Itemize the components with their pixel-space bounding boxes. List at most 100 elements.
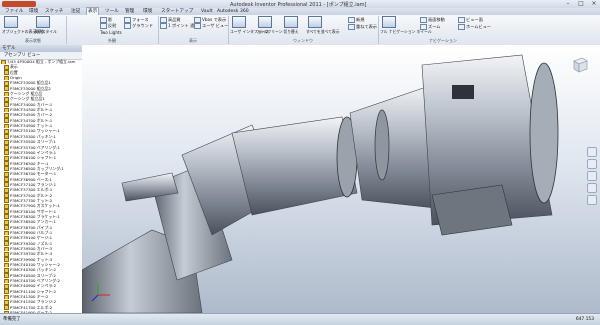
ribbon-panel-window: ユーザ インタフェース フルスクリーン 切り替え すべてを並べて表示 新規 重ね…: [228, 16, 379, 44]
tree-item-label: P3MCF36100 シャフト:1: [10, 155, 57, 161]
reflection-button[interactable]: 反射: [100, 23, 116, 29]
tree-item-label: P3MCF37900 ガスケット:1: [10, 203, 60, 209]
tree-item-label: P3MCF35700 ベアリング:1: [10, 144, 60, 150]
fullscreen-button[interactable]: フルスクリーン: [256, 16, 282, 35]
close-button[interactable]: ×: [588, 0, 600, 8]
tile-icon: [308, 16, 322, 28]
tree-item-label: P3MCF35300 パッキン:1: [10, 133, 56, 139]
tree-item-label: P3MCF35100 ワッシャー:1: [10, 128, 60, 134]
tab-autodesk360[interactable]: Autodesk 360: [216, 8, 250, 15]
minimize-button[interactable]: –: [562, 0, 574, 8]
status-counts: 647 153: [575, 317, 594, 322]
tree-item-label: P3MCF41500 フランジ:2: [10, 299, 57, 305]
tree-item-label: P3MCF37300 エルボ:1: [10, 187, 53, 193]
view-face-button[interactable]: ビュー面: [458, 17, 483, 23]
tree-item-label: ケーシング 組立品1: [10, 96, 45, 102]
tree-item-label: P3MCF33000 組立品1: [10, 80, 51, 86]
steering-wheel-icon[interactable]: [587, 147, 597, 157]
viewcube[interactable]: [570, 55, 590, 75]
zoom-icon: [420, 24, 427, 30]
browser-tree: 7/43 4P300D4 組立 - ポンプ組立.iam 表示 位置 Origin P3…: [0, 59, 82, 321]
zoom-icon[interactable]: [587, 171, 597, 181]
look-at-icon[interactable]: [587, 195, 597, 205]
tree-item-label: P3MCF37100 フランジ:1: [10, 181, 57, 187]
tab-file[interactable]: ファイル: [4, 8, 24, 15]
tree-item-label: P3MCF36900 ベース:1: [10, 176, 53, 182]
window-title: Autodesk Inventor Professional 2011 - [ポ…: [230, 2, 367, 8]
tree-item-label: P3MCF33000 組立品2: [10, 85, 51, 91]
tree-item-label: P3MCF38500 アンカー:1: [10, 219, 56, 225]
display-style-button[interactable]: 表示スタイル: [34, 16, 57, 35]
perspective-button[interactable]: 1 ポイント 遠近: [160, 23, 198, 29]
tree-item-label: P3MCF34000 カバー:1: [10, 101, 53, 107]
tab-annotate[interactable]: 注記: [70, 8, 81, 15]
tree-item-label: P3MCF35900 インペラ:1: [10, 149, 57, 155]
tree-item-label: P3MCF38300 ブラケット:1: [10, 213, 60, 219]
view-face-icon: [458, 17, 465, 23]
perspective-icon: [160, 23, 167, 29]
ribbon-panel-visibility: オブジェクトの表示状態 表示スタイル 表示状態: [0, 16, 67, 44]
ribbon: オブジェクトの表示状態 表示スタイル 表示状態 影 反射 フォース グラウンド …: [0, 15, 600, 46]
status-text: 準備完了: [3, 317, 21, 322]
tree-item-label: P3MCF36300 キー:1: [10, 160, 49, 166]
tree-item-label: Origin: [10, 75, 22, 81]
panel-label: ウィンドウ: [293, 38, 313, 43]
tree-item-label: P3MCF40300 パッキン:2: [10, 267, 56, 273]
home-icon: [458, 24, 465, 30]
tab-manage[interactable]: 管理: [124, 8, 135, 15]
quick-access-toolbar[interactable]: [2, 1, 36, 7]
ribbon-panel-appearance: 影 反射 フォース グラウンド Two Lights 外観: [66, 16, 159, 44]
tab-sketch[interactable]: スケッチ: [44, 8, 64, 15]
tree-item-label: P3MCF40500 スリーブ:2: [10, 272, 56, 278]
tree-item-label: P3MCF39300 ノズル:1: [10, 240, 53, 246]
model-browser: モデル アセンブリ ビュー 7/43 4P300D4 組立 - ポンプ組立.ia…: [0, 45, 83, 321]
tree-item-label: P3MCF37700 ナット:2: [10, 197, 53, 203]
ground-button[interactable]: グラウンド: [124, 23, 153, 29]
tree-item-label: P3MCF38700 パイプ:1: [10, 224, 53, 230]
maximize-button[interactable]: □: [575, 0, 587, 8]
tab-environment[interactable]: 環境: [28, 8, 39, 15]
orbit-icon[interactable]: [587, 183, 597, 193]
tree-item-label: P3MCF34300 ボルト:1: [10, 107, 53, 113]
cascade-button[interactable]: 重ねて表示: [348, 24, 377, 30]
graphics-viewport[interactable]: [82, 45, 600, 313]
home-view-button[interactable]: ホームビュー: [458, 24, 491, 30]
tree-item-label: P3MCF38100 サポート:1: [10, 208, 57, 214]
tree-item-label: P3MCF40900 インペラ:2: [10, 283, 57, 289]
tab-tools[interactable]: ツール: [104, 8, 120, 15]
ui-icon: [232, 16, 246, 28]
browser-title: モデル: [0, 45, 82, 52]
tree-item-label: P3MCF39100 ゲージ:1: [10, 235, 53, 241]
tree-item-label: 位置: [10, 69, 18, 75]
tree-item-label: P3MCF41700 エルボ:2: [10, 304, 53, 310]
tree-item-label: P3MCF39900 ナット:3: [10, 256, 53, 262]
user-view-button[interactable]: ユーザ ビュー: [194, 23, 228, 29]
object-visibility-button[interactable]: オブジェクトの表示状態: [2, 16, 44, 35]
panel-label: 表示状態: [25, 38, 41, 43]
switch-icon: [284, 16, 298, 28]
new-window-button[interactable]: 新規: [348, 17, 364, 23]
tab-vault[interactable]: Vault: [200, 8, 214, 15]
pan-button[interactable]: 画面移動: [420, 17, 445, 23]
tile-all-button[interactable]: すべてを並べて表示: [306, 16, 340, 35]
pump-assembly-model[interactable]: [82, 45, 600, 313]
tab-getstarted[interactable]: スタートアップ: [160, 8, 194, 15]
tree-item-label: P3MCF37500 ボルト:2: [10, 192, 53, 198]
full-navigation-wheel-button[interactable]: フル ナビゲーション ホイール: [380, 16, 432, 35]
switch-window-button[interactable]: 切り替え: [282, 16, 300, 35]
tree-item-label: P3MCF36700 モーター:1: [10, 171, 57, 177]
user-view-icon: [194, 23, 201, 29]
display-style-icon: [36, 16, 50, 28]
tree-item-label: P3MCF35500 スリーブ:1: [10, 139, 56, 145]
tree-item-label: P3MCF41300 キー:2: [10, 294, 49, 300]
lighting-dropdown[interactable]: Two Lights: [100, 30, 122, 35]
reflection-icon: [100, 23, 107, 29]
pan-icon[interactable]: [587, 159, 597, 169]
zoom-button[interactable]: ズーム: [420, 24, 440, 30]
tab-environments[interactable]: 環境: [142, 8, 153, 15]
panel-label: 表示: [189, 38, 197, 43]
panel-label: 外観: [108, 38, 116, 43]
user-interface-button[interactable]: ユーザ インタフェース: [230, 16, 269, 35]
tree-item-label: P3MCF34500 カバー:2: [10, 112, 53, 118]
tree-item-label: P3MCF34700 ボルト:1: [10, 117, 53, 123]
